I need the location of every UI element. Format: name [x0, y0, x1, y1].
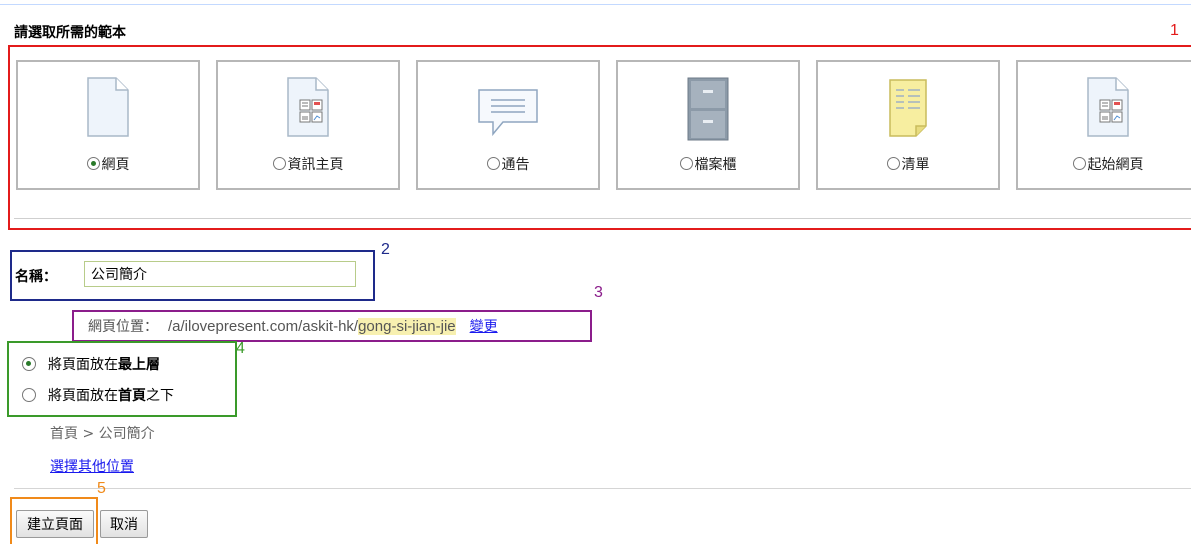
placement-option-home[interactable]: 將頁面放在首頁之下 — [22, 385, 174, 405]
change-location-link[interactable]: 變更 — [470, 319, 498, 335]
name-label: 名稱： — [15, 269, 57, 285]
page-location-url-slug: gong-si-jian-jie — [358, 318, 456, 335]
choose-other-location-link[interactable]: 選擇其他位置 — [50, 456, 134, 476]
breadcrumb: 首頁 > 公司簡介 — [50, 426, 155, 442]
annotation-1: 1 — [1170, 22, 1179, 39]
bottom-divider — [14, 488, 1191, 489]
placement-home-suffix: 之下 — [146, 388, 174, 404]
annotation-3: 3 — [594, 284, 603, 301]
placement-home-prefix: 將頁面放在 — [48, 388, 118, 404]
annotation-box-4 — [7, 341, 237, 417]
annotation-4: 4 — [236, 340, 245, 357]
page-location-url: /a/ilovepresent.com/askit-hk/gong-si-jia… — [168, 318, 456, 335]
cancel-button[interactable]: 取消 — [100, 510, 148, 538]
top-divider — [0, 4, 1191, 5]
annotation-box-1 — [8, 45, 1191, 230]
placement-top-prefix: 將頁面放在 — [48, 357, 118, 373]
create-page-button[interactable]: 建立頁面 — [16, 510, 94, 538]
placement-top-bold: 最上層 — [118, 357, 160, 373]
placement-home-bold: 首頁 — [118, 388, 146, 404]
page-location-url-prefix: /a/ilovepresent.com/askit-hk/ — [168, 318, 359, 335]
placement-radio-top[interactable] — [22, 357, 36, 371]
placement-radio-home[interactable] — [22, 388, 36, 402]
annotation-5: 5 — [97, 480, 106, 497]
placement-option-top[interactable]: 將頁面放在最上層 — [22, 354, 160, 374]
template-heading: 請選取所需的範本 — [14, 25, 126, 41]
page-location: 網頁位置： /a/ilovepresent.com/askit-hk/gong-s… — [88, 316, 498, 336]
annotation-2: 2 — [381, 241, 390, 258]
page-location-label: 網頁位置： — [88, 319, 158, 335]
page-name-input[interactable] — [84, 261, 356, 287]
